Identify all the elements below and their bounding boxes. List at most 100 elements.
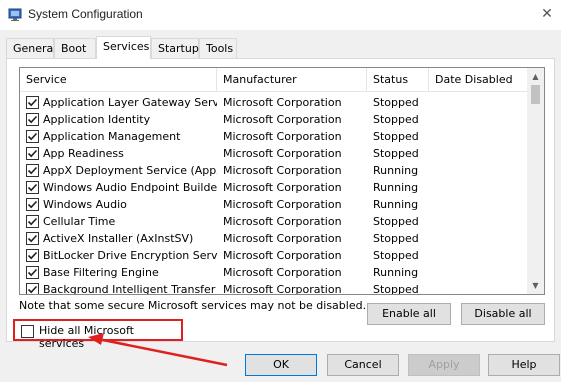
column-header-manufacturer[interactable]: Manufacturer xyxy=(217,68,367,92)
tab-services[interactable]: Services xyxy=(96,36,151,59)
status-cell: Running xyxy=(373,164,419,177)
table-row[interactable]: Windows Audio Microsoft Corporation Runnin… xyxy=(20,196,528,213)
system-config-app-icon xyxy=(8,8,22,22)
table-row[interactable]: AppX Deployment Service (AppX... Microsof… xyxy=(20,162,528,179)
date-disabled-cell xyxy=(429,94,528,111)
table-row[interactable]: Base Filtering Engine Microsoft Corporati… xyxy=(20,264,528,281)
cancel-button[interactable]: Cancel xyxy=(327,354,399,376)
disable-all-button[interactable]: Disable all xyxy=(461,303,545,325)
service-checkbox[interactable] xyxy=(26,198,39,211)
service-name-cell: Application Layer Gateway Service xyxy=(43,96,217,109)
manufacturer-cell: Microsoft Corporation xyxy=(223,96,342,109)
ok-button[interactable]: OK xyxy=(245,354,317,376)
table-row[interactable]: BitLocker Drive Encryption Service Micros… xyxy=(20,247,528,264)
date-disabled-cell xyxy=(429,111,528,128)
date-disabled-cell xyxy=(429,196,528,213)
table-row[interactable]: Background Intelligent Transfer ... Micro… xyxy=(20,281,528,295)
scroll-up-icon[interactable]: ▲ xyxy=(527,68,544,85)
manufacturer-cell: Microsoft Corporation xyxy=(223,198,342,211)
column-header-status[interactable]: Status xyxy=(367,68,429,92)
hide-ms-services-checkbox[interactable] xyxy=(21,325,34,338)
service-checkbox[interactable] xyxy=(26,249,39,262)
tab-general[interactable]: General xyxy=(6,38,56,58)
service-checkbox[interactable] xyxy=(26,96,39,109)
vertical-scrollbar[interactable]: ▲ ▼ xyxy=(527,68,544,294)
tab-boot[interactable]: Boot xyxy=(54,38,96,58)
service-name-cell: App Readiness xyxy=(43,147,124,160)
close-icon[interactable]: ✕ xyxy=(539,6,555,22)
manufacturer-cell: Microsoft Corporation xyxy=(223,215,342,228)
manufacturer-cell: Microsoft Corporation xyxy=(223,113,342,126)
status-cell: Stopped xyxy=(373,249,419,262)
tab-startup[interactable]: Startup xyxy=(151,38,199,58)
table-row[interactable]: Windows Audio Endpoint Builder Microsoft … xyxy=(20,179,528,196)
service-name-cell: ActiveX Installer (AxInstSV) xyxy=(43,232,194,245)
status-cell: Stopped xyxy=(373,215,419,228)
service-name-cell: Windows Audio Endpoint Builder xyxy=(43,181,217,194)
date-disabled-cell xyxy=(429,128,528,145)
service-checkbox[interactable] xyxy=(26,164,39,177)
status-cell: Stopped xyxy=(373,232,419,245)
table-row[interactable]: ActiveX Installer (AxInstSV) Microsoft Co… xyxy=(20,230,528,247)
hide-ms-services-label[interactable]: Hide all Microsoft services xyxy=(39,324,181,350)
scroll-down-icon[interactable]: ▼ xyxy=(527,277,544,294)
service-name-cell: AppX Deployment Service (AppX... xyxy=(43,164,217,177)
help-button[interactable]: Help xyxy=(488,354,560,376)
status-cell: Running xyxy=(373,198,419,211)
service-checkbox[interactable] xyxy=(26,283,39,294)
hide-ms-highlight-box: Hide all Microsoft services xyxy=(13,319,183,350)
service-name-cell: Background Intelligent Transfer ... xyxy=(43,283,217,295)
service-name-cell: Cellular Time xyxy=(43,215,116,228)
table-row[interactable]: Application Identity Microsoft Corporatio… xyxy=(20,111,528,128)
list-header: Service Manufacturer Status Date Disable… xyxy=(20,68,528,92)
manufacturer-cell: Microsoft Corporation xyxy=(223,232,342,245)
services-list[interactable]: Service Manufacturer Status Date Disable… xyxy=(19,67,545,295)
status-cell: Stopped xyxy=(373,283,419,295)
table-row[interactable]: App Readiness Microsoft Corporation Stoppe… xyxy=(20,145,528,162)
service-name-cell: Windows Audio xyxy=(43,198,127,211)
date-disabled-cell xyxy=(429,247,528,264)
table-row[interactable]: Cellular Time Microsoft Corporation Stoppe… xyxy=(20,213,528,230)
service-name-cell: Application Management xyxy=(43,130,181,143)
service-name-cell: BitLocker Drive Encryption Service xyxy=(43,249,217,262)
window-title: System Configuration xyxy=(28,7,143,21)
secure-services-note: Note that some secure Microsoft services… xyxy=(19,299,367,312)
service-name-cell: Base Filtering Engine xyxy=(43,266,159,279)
enable-all-button[interactable]: Enable all xyxy=(367,303,451,325)
service-checkbox[interactable] xyxy=(26,113,39,126)
scroll-thumb[interactable] xyxy=(531,85,540,104)
service-name-cell: Application Identity xyxy=(43,113,151,126)
date-disabled-cell xyxy=(429,281,528,294)
manufacturer-cell: Microsoft Corporation xyxy=(223,130,342,143)
service-checkbox[interactable] xyxy=(26,147,39,160)
status-cell: Stopped xyxy=(373,96,419,109)
services-panel: Service Manufacturer Status Date Disable… xyxy=(6,58,555,350)
title-bar: System Configuration ✕ xyxy=(0,0,561,30)
date-disabled-cell xyxy=(429,264,528,281)
table-row[interactable]: Application Layer Gateway Service Microso… xyxy=(20,94,528,111)
status-cell: Running xyxy=(373,181,419,194)
apply-button[interactable]: Apply xyxy=(408,354,480,376)
date-disabled-cell xyxy=(429,162,528,179)
service-checkbox[interactable] xyxy=(26,181,39,194)
date-disabled-cell xyxy=(429,145,528,162)
date-disabled-cell xyxy=(429,179,528,196)
manufacturer-cell: Microsoft Corporation xyxy=(223,147,342,160)
service-checkbox[interactable] xyxy=(26,266,39,279)
service-checkbox[interactable] xyxy=(26,232,39,245)
manufacturer-cell: Microsoft Corporation xyxy=(223,266,342,279)
manufacturer-cell: Microsoft Corporation xyxy=(223,249,342,262)
column-header-service[interactable]: Service xyxy=(20,68,217,92)
status-cell: Stopped xyxy=(373,147,419,160)
column-header-date-disabled[interactable]: Date Disabled xyxy=(429,68,528,92)
manufacturer-cell: Microsoft Corporation xyxy=(223,164,342,177)
tab-tools[interactable]: Tools xyxy=(199,38,237,58)
table-row[interactable]: Application Management Microsoft Corporat… xyxy=(20,128,528,145)
manufacturer-cell: Microsoft Corporation xyxy=(223,181,342,194)
status-cell: Stopped xyxy=(373,113,419,126)
date-disabled-cell xyxy=(429,230,528,247)
status-cell: Running xyxy=(373,266,419,279)
manufacturer-cell: Microsoft Corporation xyxy=(223,283,342,295)
service-checkbox[interactable] xyxy=(26,130,39,143)
service-checkbox[interactable] xyxy=(26,215,39,228)
